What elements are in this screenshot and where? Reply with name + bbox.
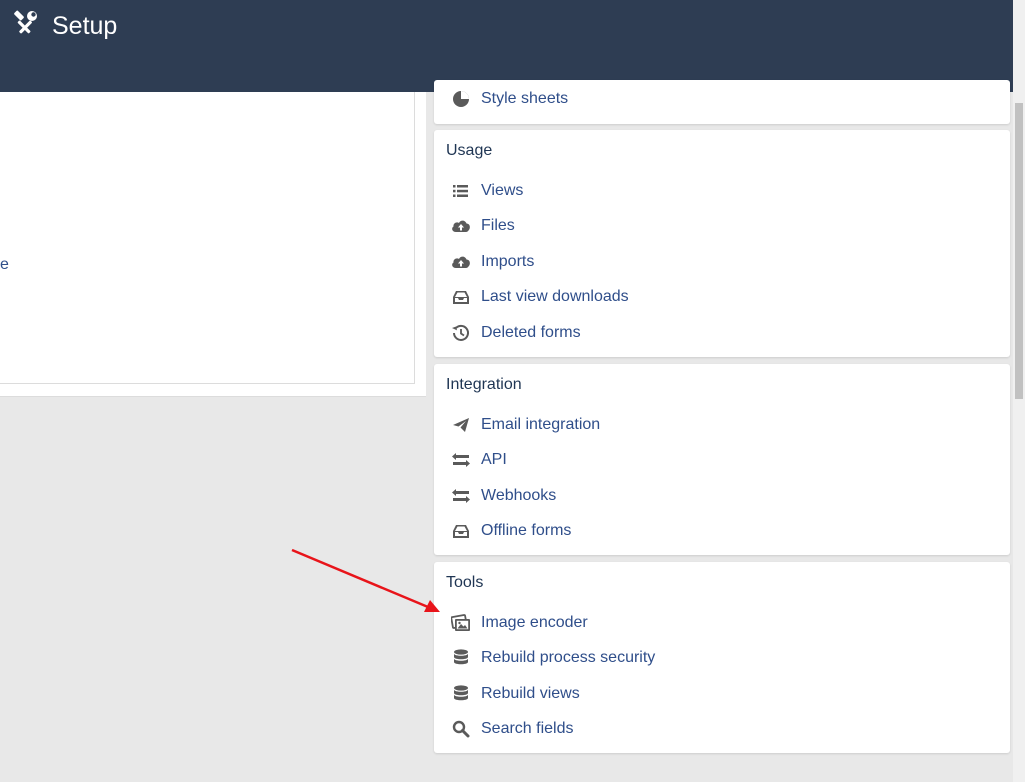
list-icon [450,180,472,202]
menu-item-search-fields[interactable]: Search fields [450,717,574,741]
menu-item-last-view-downloads[interactable]: Last view downloads [450,285,629,309]
menu-item-image-encoder[interactable]: Image encoder [450,611,588,635]
menu-item-label: Image encoder [481,614,588,631]
section-title-usage: Usage [446,142,493,159]
menu-item-email-integration[interactable]: Email integration [450,413,600,437]
page-scrollbar[interactable] [1013,0,1025,782]
card-appearance: Style sheets [434,80,1010,124]
exchange-icon [450,485,472,507]
menu-item-webhooks[interactable]: Webhooks [450,484,556,508]
images-icon [450,612,472,634]
inbox-download-icon [450,286,472,308]
menu-item-label: Email integration [481,416,601,433]
menu-item-label: Rebuild process security [481,649,656,666]
menu-item-label: API [481,451,507,468]
paper-plane-icon [450,414,472,436]
card-usage: Usage Views Files Imports Last view down… [434,130,1010,357]
menu-item-label: Search fields [481,720,574,737]
search-icon [450,718,472,740]
tools-icon [12,10,38,41]
cloud-upload-icon [450,215,472,237]
exchange-icon [450,449,472,471]
menu-item-offline-forms[interactable]: Offline forms [450,519,571,543]
menu-item-style-sheets[interactable]: Style sheets [450,87,568,111]
menu-item-label: Last view downloads [481,288,629,305]
inbox-download-icon [450,520,472,542]
page-title: Setup [52,11,118,40]
left-panel-box: e [0,92,415,384]
menu-item-label: Offline forms [481,522,572,539]
palette-icon [450,88,472,110]
menu-item-rebuild-process-security[interactable]: Rebuild process security [450,646,655,670]
history-icon [450,322,472,344]
card-integration: Integration Email integration API Webhoo… [434,364,1010,555]
menu-item-label: Deleted forms [481,324,581,341]
header-title-group: Setup [12,10,117,41]
menu-item-label: Rebuild views [481,685,580,702]
menu-item-rebuild-views[interactable]: Rebuild views [450,682,580,706]
truncated-link-text[interactable]: e [0,256,9,274]
section-title-tools: Tools [446,574,484,591]
menu-item-label: Files [481,217,515,234]
database-icon [450,683,472,705]
menu-item-label: Webhooks [481,487,557,504]
database-icon [450,647,472,669]
menu-item-views[interactable]: Views [450,179,523,203]
card-tools: Tools Image encoder Rebuild process secu… [434,562,1010,753]
menu-item-files[interactable]: Files [450,214,515,238]
menu-item-deleted-forms[interactable]: Deleted forms [450,321,581,345]
menu-item-imports[interactable]: Imports [450,250,534,274]
cloud-upload-icon [450,251,472,273]
menu-item-api[interactable]: API [450,448,507,472]
left-panel: e [0,92,426,397]
menu-item-label: Style sheets [481,90,569,107]
menu-item-label: Views [481,182,524,199]
menu-item-label: Imports [481,253,535,270]
section-title-integration: Integration [446,376,522,393]
scrollbar-thumb[interactable] [1015,103,1023,399]
app-header: Setup [0,0,1013,92]
